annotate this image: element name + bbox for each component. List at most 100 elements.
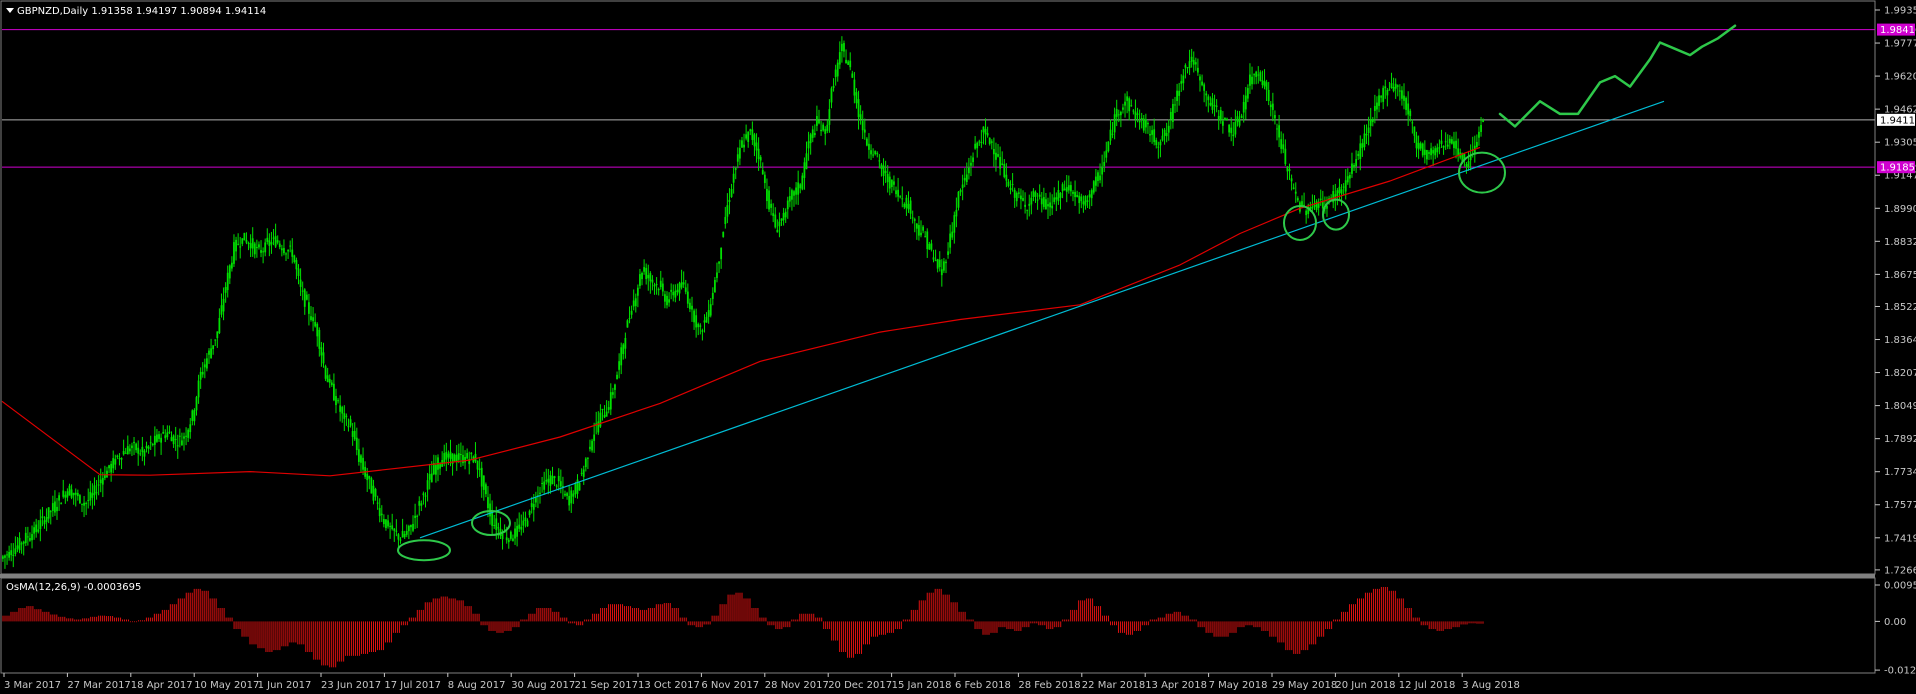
candle-body — [264, 242, 267, 253]
candle-body — [1280, 139, 1283, 149]
candle-body — [416, 515, 419, 517]
candle-body — [884, 170, 887, 174]
candle-body — [220, 305, 223, 315]
candle-body — [1384, 86, 1387, 89]
candle-body — [997, 154, 999, 157]
candle-body — [1286, 166, 1289, 172]
candle-body — [241, 238, 244, 244]
candle-body — [101, 477, 104, 485]
candle-body — [978, 141, 981, 143]
candle-body — [187, 429, 190, 438]
candle-body — [174, 439, 177, 441]
candle-body — [435, 464, 437, 475]
candle-body — [360, 455, 362, 463]
candle-body — [149, 442, 152, 444]
candle-body — [1346, 176, 1349, 183]
candle-body — [759, 157, 762, 161]
candle-body — [1101, 166, 1104, 175]
candle-body — [349, 419, 352, 426]
candle-body — [870, 150, 872, 155]
candle-body — [509, 531, 512, 539]
candle-body — [29, 538, 31, 541]
candle-body — [1426, 150, 1428, 160]
candle-body — [368, 475, 371, 479]
candle-body — [820, 129, 822, 132]
candle-body — [1353, 164, 1355, 168]
panel-separator[interactable] — [0, 574, 1875, 578]
candle-body — [988, 137, 991, 144]
candle-body — [93, 485, 96, 496]
price-tick-label: 1.86750 — [1884, 270, 1916, 281]
candle-body — [1438, 147, 1441, 149]
candle-body — [893, 181, 895, 185]
candle-body — [876, 153, 879, 155]
candle-body — [183, 436, 185, 439]
candle-body — [333, 383, 335, 401]
candle-body — [1119, 111, 1122, 116]
candle-body — [370, 478, 373, 494]
candle-body — [813, 133, 816, 136]
candle-body — [1257, 74, 1260, 76]
candle-body — [355, 437, 358, 451]
candle-body — [1265, 82, 1268, 90]
candle-body — [532, 503, 535, 510]
candle-body — [938, 259, 941, 268]
candle-body — [1251, 76, 1253, 85]
candle-body — [1357, 153, 1360, 157]
candle-body — [1401, 90, 1403, 99]
candle-body — [724, 216, 727, 225]
candle-body — [1084, 196, 1087, 206]
candle-body — [1390, 83, 1393, 89]
candle-body — [801, 175, 804, 190]
candle-body — [378, 507, 381, 517]
candle-body — [1130, 105, 1133, 107]
candle-body — [578, 482, 581, 491]
candle-body — [984, 128, 987, 135]
candle-body — [251, 238, 254, 249]
candle-body — [135, 443, 138, 451]
candle-body — [1042, 197, 1045, 207]
time-tick-label: 28 Feb 2018 — [1018, 680, 1080, 691]
candle-body — [628, 318, 631, 320]
candle-body — [1167, 125, 1170, 133]
candle-body — [666, 295, 668, 306]
price-tick-label: 1.89900 — [1884, 204, 1916, 215]
candle-body — [291, 249, 294, 257]
candle-body — [709, 304, 712, 316]
candle-body — [836, 62, 839, 77]
candle-body — [1249, 74, 1251, 86]
candle-body — [143, 450, 146, 457]
candle-body — [859, 114, 862, 120]
candle-body — [224, 286, 227, 293]
candle-body — [693, 310, 695, 323]
candle-body — [928, 244, 931, 250]
candle-body — [206, 358, 208, 369]
candle-body — [641, 273, 643, 280]
candle-body — [586, 457, 589, 459]
level-label: 1.98416 — [1880, 25, 1916, 36]
candle-body — [818, 120, 820, 124]
candle-body — [1417, 142, 1420, 150]
candle-body — [953, 215, 956, 233]
candle-body — [37, 529, 40, 532]
candle-body — [1453, 141, 1455, 149]
candle-body — [1351, 163, 1353, 174]
candle-body — [33, 527, 36, 534]
candle-body — [539, 492, 541, 494]
candle-body — [478, 468, 481, 470]
candle-body — [1259, 72, 1262, 81]
candle-body — [1382, 87, 1385, 102]
candle-body — [903, 203, 906, 208]
time-tick-label: 3 Mar 2017 — [4, 680, 61, 691]
candle-body — [874, 151, 877, 155]
candle-body — [1080, 196, 1083, 202]
candle-body — [1028, 203, 1031, 206]
candle-body — [636, 287, 639, 296]
candle-body — [303, 289, 306, 307]
candle-body — [1003, 164, 1006, 178]
candle-body — [1203, 84, 1206, 91]
candle-body — [1455, 140, 1457, 149]
candle-body — [736, 154, 739, 162]
candle-body — [199, 371, 202, 380]
candle-body — [738, 147, 741, 159]
